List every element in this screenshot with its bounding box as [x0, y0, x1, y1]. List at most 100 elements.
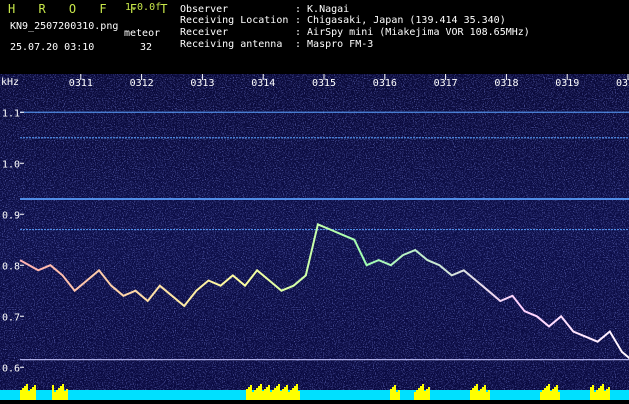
- level-spike: [390, 389, 392, 400]
- spectrogram: kHz 1.1 1.0 0.9 0.8 0.7 0.6 0311 0312 0313 0314 03…: [0, 74, 629, 400]
- freq-tick-label: 0.7: [2, 312, 20, 323]
- level-spike: [26, 384, 28, 400]
- level-spike: [544, 388, 546, 400]
- level-spike: [268, 385, 270, 400]
- level-spike: [34, 385, 36, 400]
- level-spike: [20, 390, 22, 400]
- level-spike: [248, 387, 250, 400]
- level-spike: [558, 392, 560, 400]
- level-spike: [262, 391, 264, 400]
- level-spike: [604, 391, 606, 400]
- level-spike: [482, 387, 484, 400]
- level-spike: [28, 391, 30, 400]
- level-spike: [58, 388, 60, 400]
- spectrogram-svg: kHz1.11.00.90.80.70.6 0311 0312 0313 0314 03…: [0, 74, 629, 400]
- level-spike: [62, 384, 64, 400]
- level-spike: [264, 389, 266, 400]
- time-tick-label: 0320: [616, 78, 629, 89]
- level-spike: [266, 387, 268, 400]
- freq-tick-label: 1.1: [2, 108, 20, 119]
- level-spike: [540, 392, 542, 400]
- level-spike: [486, 392, 488, 400]
- level-spike: [542, 390, 544, 400]
- level-spike: [594, 392, 596, 400]
- level-spike: [282, 389, 284, 400]
- level-spike: [258, 386, 260, 400]
- level-spike: [290, 390, 292, 400]
- app-version: 1.0.0f: [125, 2, 162, 13]
- level-spike: [292, 388, 294, 400]
- level-spike: [398, 390, 400, 400]
- level-spike: [276, 386, 278, 400]
- antenna-label: Receiving antenna: [180, 39, 283, 50]
- freq-tick-label: 0.8: [2, 261, 20, 272]
- level-spike: [552, 389, 554, 400]
- level-spike: [598, 388, 600, 400]
- level-spike: [470, 390, 472, 400]
- freq-tick-label: 1.0: [2, 159, 20, 170]
- level-spike: [260, 384, 262, 400]
- level-spike: [478, 391, 480, 400]
- header-panel: H R O F F T 1.0.0f KN9_2507200310.png 25…: [0, 0, 629, 74]
- level-spike: [24, 386, 26, 400]
- level-spike: [288, 392, 290, 400]
- level-spike: [472, 388, 474, 400]
- level-spike: [418, 388, 420, 400]
- level-spike: [602, 384, 604, 400]
- receiver-label: Receiver: [180, 27, 229, 38]
- location-label: Receiving Location: [180, 15, 289, 26]
- level-spike: [488, 390, 490, 400]
- level-spike: [592, 385, 594, 400]
- level-spike: [286, 385, 288, 400]
- antenna-value: : Maspro FM-3: [295, 39, 374, 50]
- level-spike: [420, 386, 422, 400]
- level-spike: [254, 390, 256, 400]
- level-spike: [590, 387, 592, 400]
- location-value: : Chigasaki, Japan (139.414 35.340): [295, 15, 506, 26]
- level-spike: [414, 392, 416, 400]
- level-spike: [56, 390, 58, 400]
- level-spike: [426, 389, 428, 400]
- level-spike: [554, 387, 556, 400]
- level-spike: [428, 387, 430, 400]
- file-name: KN9_2507200310.png: [10, 21, 119, 32]
- level-spike: [32, 387, 34, 400]
- capture-datetime: 25.07.20 03:10: [10, 42, 95, 53]
- level-spike: [250, 385, 252, 400]
- receiver-value: : AirSpy mini (Miakejima VOR 108.65MHz): [295, 27, 530, 38]
- freq-tick-label: 0.6: [2, 363, 20, 374]
- meteor-count: 32: [140, 42, 153, 53]
- level-spike: [608, 387, 610, 400]
- level-spike: [606, 389, 608, 400]
- level-spike: [298, 391, 300, 400]
- level-spike: [550, 391, 552, 400]
- level-spike: [392, 387, 394, 400]
- level-spike: [66, 389, 68, 400]
- level-spike: [294, 386, 296, 400]
- freq-tick-label: 0.9: [2, 210, 20, 221]
- level-spike: [416, 390, 418, 400]
- level-base: [0, 390, 629, 400]
- level-spike: [476, 384, 478, 400]
- unit-label: kHz: [1, 77, 19, 88]
- level-spike: [474, 386, 476, 400]
- level-spike: [64, 391, 66, 400]
- level-spike: [396, 392, 398, 400]
- meteor-label: meteor: [124, 28, 161, 39]
- level-spike: [30, 389, 32, 400]
- level-spike: [252, 392, 254, 400]
- level-spike: [546, 386, 548, 400]
- level-spike: [246, 389, 248, 400]
- level-spike: [278, 384, 280, 400]
- level-spike: [484, 385, 486, 400]
- level-spike: [274, 388, 276, 400]
- level-spike: [60, 386, 62, 400]
- level-spike: [256, 388, 258, 400]
- level-spike: [422, 384, 424, 400]
- level-spike: [596, 390, 598, 400]
- level-spike: [284, 387, 286, 400]
- level-spike: [548, 384, 550, 400]
- level-spike: [22, 388, 24, 400]
- level-spike: [54, 392, 56, 400]
- level-spike: [280, 391, 282, 400]
